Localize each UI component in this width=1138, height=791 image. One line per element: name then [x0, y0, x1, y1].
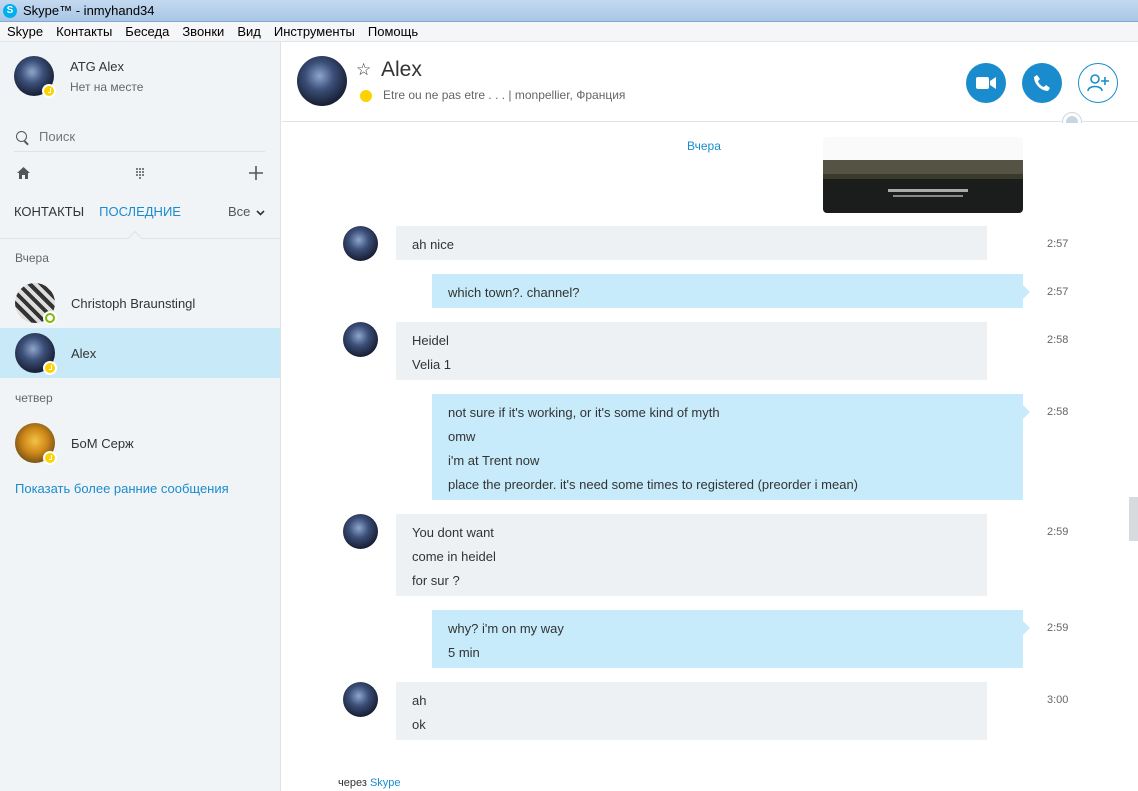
scrollbar-thumb[interactable] [1129, 497, 1138, 541]
conversation-header: ☆ Alex Etre ou ne pas etre . . . | monpe… [282, 42, 1138, 122]
image-attachment[interactable] [823, 137, 1023, 213]
message-avatar[interactable] [343, 514, 378, 549]
message-incoming[interactable]: Heidel Velia 1 [396, 322, 987, 380]
video-call-icon [976, 77, 996, 89]
contact-name: Alex [71, 345, 97, 361]
skype-logo-icon: S [3, 3, 17, 18]
search-input[interactable] [39, 129, 239, 144]
away-status-icon [360, 90, 372, 102]
message-time: 2:57 [1047, 238, 1069, 250]
menu-calls[interactable]: Звонки [182, 24, 224, 39]
message-incoming[interactable]: ah nice [396, 226, 987, 260]
contact-tabs: КОНТАКТЫ ПОСЛЕДНИЕ Все [14, 204, 265, 219]
message-time: 2:59 [1047, 622, 1069, 634]
filter-label: Все [227, 204, 251, 219]
avatar [15, 333, 57, 375]
avatar [15, 283, 57, 325]
via-prefix: через [338, 777, 367, 789]
message-time: 2:59 [1047, 526, 1069, 538]
group-label-yesterday: Вчера [15, 251, 49, 265]
message-time: 2:58 [1047, 334, 1069, 346]
menu-help[interactable]: Помощь [368, 24, 418, 39]
chevron-down-icon [256, 209, 265, 216]
message-avatar[interactable] [343, 322, 378, 357]
sidebar: ATG Alex Нет на месте КОНТАКТЫ ПОСЛЕДНИЕ… [0, 42, 281, 791]
my-profile[interactable]: ATG Alex Нет на месте [14, 56, 143, 98]
message-outgoing[interactable]: not sure if it's working, or it's some k… [432, 394, 1030, 500]
message-outgoing[interactable]: why? i'm on my way 5 min [432, 610, 1030, 668]
message-line: i'm at Trent now [448, 453, 540, 468]
message-outgoing[interactable]: which town?. channel? [432, 274, 1030, 308]
audio-call-button[interactable] [1022, 63, 1062, 103]
message-avatar[interactable] [343, 682, 378, 717]
audio-call-icon [1034, 75, 1050, 91]
contact-alex[interactable]: Alex [0, 328, 280, 378]
away-status-icon [42, 84, 56, 98]
conversation-pane: Вчера ah nice 2:57 which town?. channel?… [282, 123, 1138, 791]
contact-avatar[interactable] [297, 56, 347, 106]
search-icon [16, 131, 27, 142]
search-box[interactable] [14, 122, 265, 152]
message-incoming[interactable]: You dont want come in heidel for sur ? [396, 514, 987, 596]
message-line: place the preorder. it's need some times… [448, 477, 859, 492]
message-avatar[interactable] [343, 226, 378, 261]
contact-name: Christoph Braunstingl [71, 295, 196, 311]
my-status[interactable]: Нет на месте [70, 80, 143, 94]
message-line: ah nice [412, 237, 454, 252]
plus-icon[interactable] [247, 164, 265, 182]
away-status-icon [43, 451, 57, 465]
add-contact-button[interactable] [1078, 63, 1118, 103]
star-icon[interactable]: ☆ [356, 60, 371, 80]
tab-recent[interactable]: ПОСЛЕДНИЕ [99, 204, 181, 219]
message-line: 5 min [448, 645, 480, 660]
message-time: 2:58 [1047, 406, 1069, 418]
message-time: 2:57 [1047, 286, 1069, 298]
video-call-button[interactable] [966, 63, 1006, 103]
message-line: which town?. channel? [448, 285, 580, 300]
message-line: ok [412, 717, 426, 732]
menu-contacts[interactable]: Контакты [56, 24, 112, 39]
via-label: через Skype [338, 777, 401, 789]
message-line: for sur ? [412, 573, 460, 588]
contact-title[interactable]: Alex [381, 58, 422, 82]
message-line: come in heidel [412, 549, 496, 564]
via-skype-link[interactable]: Skype [370, 777, 401, 789]
online-status-icon [43, 311, 57, 325]
my-avatar[interactable] [14, 56, 56, 98]
tab-indicator [127, 230, 143, 246]
contact-mood: Etre ou ne pas etre . . . | monpellier, … [383, 88, 626, 102]
away-status-icon [43, 361, 57, 375]
filter-dropdown[interactable]: Все [228, 204, 265, 219]
sidebar-toolbar [14, 162, 265, 184]
tab-contacts[interactable]: КОНТАКТЫ [14, 204, 84, 219]
message-line: ah [412, 693, 427, 708]
contact-bom-serzh[interactable]: БоМ Серж [0, 418, 280, 468]
message-time: 3:00 [1047, 694, 1069, 706]
menu-bar: Skype Контакты Беседа Звонки Вид Инструм… [0, 22, 1138, 42]
menu-view[interactable]: Вид [237, 24, 261, 39]
add-contact-icon [1087, 74, 1109, 92]
group-label-thursday: четвер [15, 391, 53, 405]
message-line: You dont want [412, 525, 494, 540]
avatar [15, 423, 57, 465]
message-line: why? i'm on my way [448, 621, 564, 636]
title-bar: S Skype™ - inmyhand34 [0, 0, 1138, 22]
dialpad-icon[interactable] [131, 164, 149, 182]
contact-christoph[interactable]: Christoph Braunstingl [0, 278, 280, 328]
message-line: Velia 1 [412, 357, 452, 372]
home-icon[interactable] [14, 164, 32, 182]
show-older-messages-link[interactable]: Показать более ранние сообщения [15, 481, 229, 496]
my-name: ATG Alex [70, 58, 124, 74]
window-title: Skype™ - inmyhand34 [23, 3, 155, 18]
menu-conversation[interactable]: Беседа [125, 24, 169, 39]
message-line: Heidel [412, 333, 449, 348]
message-incoming[interactable]: ah ok [396, 682, 987, 740]
contact-name: БоМ Серж [71, 435, 134, 451]
day-separator: Вчера [687, 139, 721, 153]
message-line: not sure if it's working, or it's some k… [448, 405, 720, 420]
menu-tools[interactable]: Инструменты [274, 24, 355, 39]
menu-skype[interactable]: Skype [7, 24, 43, 39]
message-line: omw [448, 429, 476, 444]
